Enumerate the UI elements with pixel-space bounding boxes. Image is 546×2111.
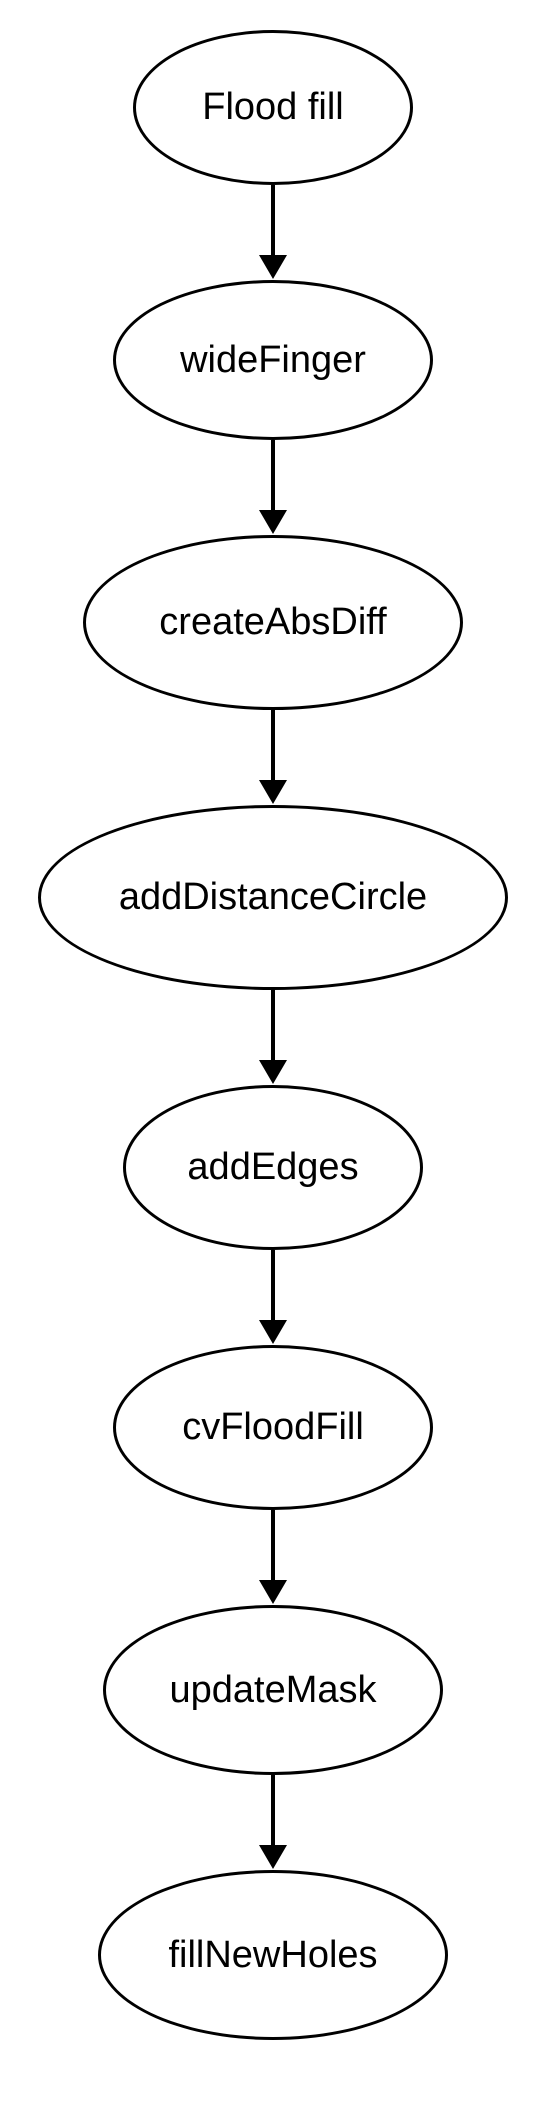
node-label: fillNewHoles (168, 1934, 377, 1977)
flowchart-node: Flood fill (133, 30, 413, 185)
arrow-head-icon (259, 780, 287, 804)
flowchart-arrow (259, 1250, 287, 1345)
node-label: Flood fill (202, 86, 344, 129)
node-label: updateMask (169, 1669, 376, 1712)
flowchart-arrow (259, 990, 287, 1085)
flowchart-node: createAbsDiff (83, 535, 463, 710)
flowchart-arrow (259, 440, 287, 535)
arrow-line (271, 990, 275, 1060)
flowchart-node: addDistanceCircle (38, 805, 508, 990)
arrow-line (271, 710, 275, 780)
arrow-head-icon (259, 1320, 287, 1344)
flowchart-node: addEdges (123, 1085, 423, 1250)
arrow-head-icon (259, 255, 287, 279)
arrow-head-icon (259, 1060, 287, 1084)
node-label: createAbsDiff (159, 601, 386, 644)
arrow-line (271, 1775, 275, 1845)
node-label: addEdges (187, 1146, 358, 1189)
arrow-line (271, 440, 275, 510)
arrow-line (271, 1250, 275, 1320)
node-label: wideFinger (180, 339, 366, 382)
node-label: addDistanceCircle (119, 876, 427, 919)
flowchart-arrow (259, 1510, 287, 1605)
flowchart-container: Flood fill wideFinger createAbsDiff addD… (0, 0, 546, 2040)
arrow-head-icon (259, 1580, 287, 1604)
flowchart-node: fillNewHoles (98, 1870, 448, 2040)
flowchart-node: cvFloodFill (113, 1345, 433, 1510)
arrow-head-icon (259, 510, 287, 534)
arrow-line (271, 185, 275, 255)
arrow-head-icon (259, 1845, 287, 1869)
flowchart-node: updateMask (103, 1605, 443, 1775)
node-label: cvFloodFill (182, 1406, 364, 1449)
flowchart-arrow (259, 1775, 287, 1870)
arrow-line (271, 1510, 275, 1580)
flowchart-node: wideFinger (113, 280, 433, 440)
flowchart-arrow (259, 185, 287, 280)
flowchart-arrow (259, 710, 287, 805)
